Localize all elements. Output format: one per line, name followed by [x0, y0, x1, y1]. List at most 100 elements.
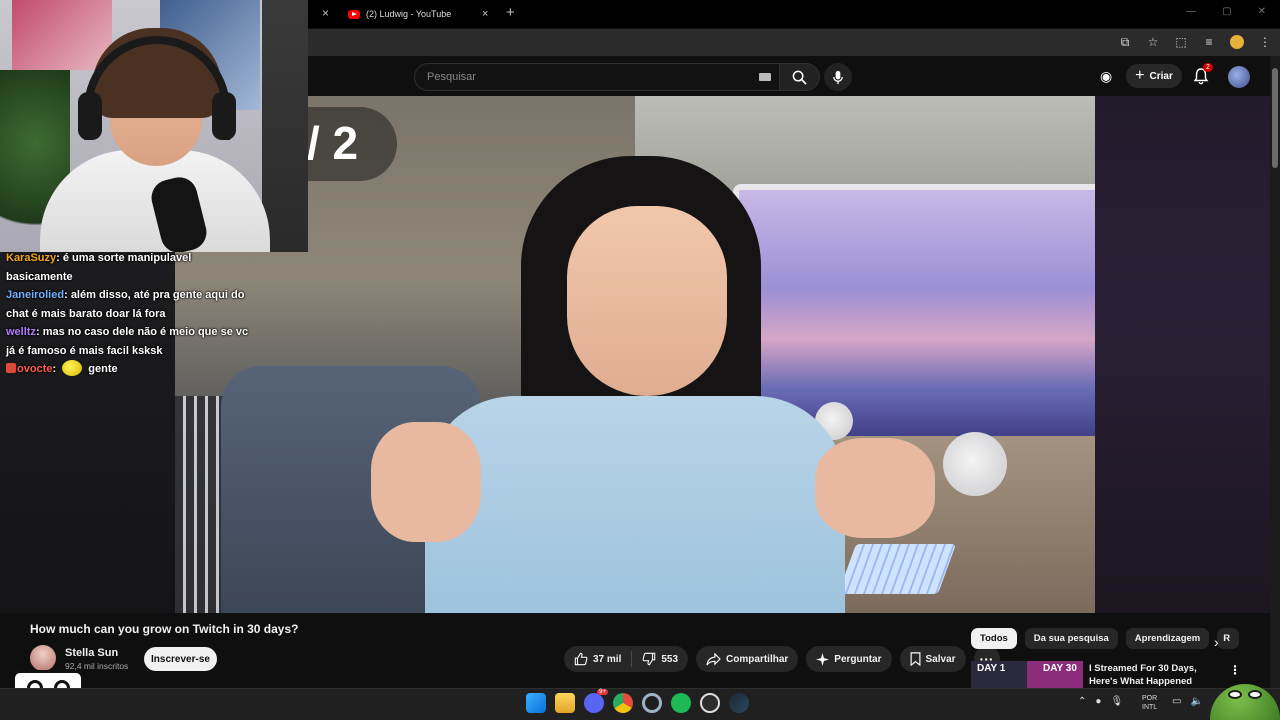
windows-start-icon[interactable] — [526, 693, 546, 713]
youtube-header: Pesquisar ◉ + Criar 2 — [308, 56, 1280, 96]
profile-icon[interactable] — [1230, 35, 1244, 49]
steam-icon[interactable] — [729, 693, 749, 713]
video-side-background — [1095, 96, 1270, 613]
close-window-icon[interactable]: ✕ — [1258, 6, 1266, 17]
video-person-hand-left — [371, 422, 481, 542]
taskbar: 9+ ⌃ ● 🎙 POR INTL ▭ 🔈 — [0, 688, 1280, 720]
bookmark-star-icon[interactable]: ☆ — [1146, 35, 1160, 49]
obs-icon[interactable] — [700, 693, 720, 713]
address-bar[interactable]: ⧉ ☆ ⬚ ≡ ⋮ — [308, 28, 1280, 56]
browser-toolbar-icons: ⧉ ☆ ⬚ ≡ ⋮ — [1118, 35, 1272, 49]
page-scrollbar[interactable] — [1270, 56, 1280, 688]
video-person-hand-right — [815, 438, 935, 538]
chat-text: mas no caso dele não é meio que se vc já… — [6, 326, 249, 357]
tab-youtube[interactable]: (2) Ludwig - YouTube × — [340, 0, 498, 28]
search-button[interactable] — [780, 63, 820, 91]
search-placeholder: Pesquisar — [427, 71, 476, 83]
cast-icon[interactable]: ⧉ — [1118, 35, 1132, 49]
ask-label: Perguntar — [834, 653, 882, 665]
language-line1: POR — [1142, 695, 1158, 702]
video-person-face — [567, 206, 727, 396]
close-tab-icon[interactable]: × — [482, 8, 488, 20]
share-icon — [706, 652, 721, 665]
file-explorer-icon[interactable] — [555, 693, 575, 713]
chat-username: Janeirolied — [6, 289, 65, 301]
language-line2: INTL — [1142, 704, 1158, 711]
share-label: Compartilhar — [726, 653, 789, 665]
chip-all[interactable]: Todos — [971, 628, 1017, 649]
create-button[interactable]: + Criar — [1126, 64, 1182, 88]
system-tray: ⌃ ● 🎙 — [1078, 696, 1123, 707]
sparkle-icon — [816, 652, 830, 666]
tab-title: (2) Ludwig - YouTube — [366, 9, 452, 19]
microphone-icon — [833, 70, 843, 84]
video-counter-text: / 2 — [307, 117, 359, 169]
language-indicator[interactable]: POR INTL — [1142, 694, 1157, 712]
emote-icon — [62, 360, 83, 376]
webcam-headphone-ear-right — [212, 92, 236, 140]
video-person-body — [425, 396, 845, 613]
voice-search-button[interactable] — [824, 63, 852, 91]
more-vert-icon[interactable]: ⋮ — [1229, 663, 1241, 677]
eye-icon[interactable]: ◉ — [1100, 68, 1112, 85]
notification-count-badge: 2 — [1203, 63, 1213, 72]
tray-mic-icon[interactable]: 🎙 — [1110, 696, 1123, 707]
browser-menu-icon[interactable]: ⋮ — [1258, 35, 1272, 49]
search-input[interactable]: Pesquisar — [414, 63, 780, 91]
chat-message: KaraSuzy: é uma sorte manipulavel basica… — [6, 252, 192, 283]
webcam-headphone-ear-left — [78, 92, 102, 140]
create-label: Criar — [1149, 70, 1173, 82]
window-controls: — ▢ ✕ — [1186, 6, 1266, 17]
video-player[interactable]: / 2 — [175, 96, 1095, 613]
volume-icon[interactable]: 🔈 — [1190, 696, 1202, 707]
recommendation-thumbnail[interactable]: DAY 1 DAY 30 — [971, 661, 1083, 688]
channel-name[interactable]: Stella Sun — [65, 647, 118, 659]
new-tab-button[interactable]: + — [506, 4, 515, 21]
chat-message: welltz: mas no caso dele não é meio que … — [6, 326, 249, 357]
media-controls-icon[interactable]: ≡ — [1202, 35, 1216, 49]
like-dislike-group: 37 mil 553 — [564, 646, 689, 672]
scrollbar-thumb[interactable] — [1272, 68, 1278, 168]
keyboard-icon[interactable] — [759, 73, 771, 81]
minimize-icon[interactable]: — — [1186, 6, 1196, 17]
chat-message: ovocte: gente — [6, 360, 256, 379]
chip-partial[interactable]: R — [1217, 628, 1240, 649]
video-actions: 37 mil 553 Compartilhar Perguntar Salvar… — [564, 646, 1000, 672]
share-button[interactable]: Compartilhar — [696, 646, 799, 672]
discord-badge: 9+ — [597, 689, 608, 695]
plus-icon: + — [1135, 67, 1145, 84]
network-icon[interactable]: ▭ — [1172, 696, 1181, 707]
chevron-right-icon[interactable]: › — [1214, 634, 1219, 650]
recommendation-title[interactable]: I Streamed For 30 Days, Here's What Happ… — [1089, 662, 1224, 688]
like-button[interactable]: 37 mil — [564, 646, 631, 672]
tray-expand-icon[interactable]: ⌃ — [1078, 696, 1086, 707]
taskbar-icons: 9+ — [526, 689, 749, 713]
account-avatar[interactable] — [1228, 66, 1250, 88]
system-tray-right: ▭ 🔈 — [1172, 696, 1203, 707]
bookmark-icon — [910, 652, 920, 666]
chip-from-search[interactable]: Da sua pesquisa — [1024, 628, 1118, 649]
thumbs-down-icon — [642, 652, 656, 666]
search-icon — [792, 70, 807, 85]
spotify-icon[interactable] — [671, 693, 691, 713]
pepe-eye-left — [1228, 690, 1242, 699]
ask-button[interactable]: Perguntar — [806, 646, 892, 672]
dislike-button[interactable]: 553 — [632, 646, 688, 672]
webcam-poster-left — [12, 0, 112, 70]
chrome-icon[interactable] — [613, 693, 633, 713]
recommendation-chips: Todos Da sua pesquisa Aprendizagem R — [971, 628, 1240, 649]
save-button[interactable]: Salvar — [899, 646, 966, 672]
extensions-icon[interactable]: ⬚ — [1174, 35, 1188, 49]
ccleaner-icon[interactable] — [642, 693, 662, 713]
chat-message: Janeirolied: além disso, até pra gente a… — [6, 289, 245, 320]
tray-app-icon[interactable]: ● — [1095, 696, 1101, 707]
thumbnail-day-left: DAY 1 — [977, 663, 1006, 674]
close-other-tab-icon[interactable]: × — [322, 6, 329, 20]
subscribe-button[interactable]: Inscrever-se — [144, 647, 217, 671]
chat-text: gente — [88, 363, 118, 375]
maximize-icon[interactable]: ▢ — [1222, 6, 1231, 17]
discord-icon[interactable]: 9+ — [584, 689, 608, 713]
channel-avatar[interactable] — [30, 645, 56, 671]
pepe-eye-right — [1248, 690, 1262, 699]
chip-learning[interactable]: Aprendizagem — [1125, 628, 1210, 649]
